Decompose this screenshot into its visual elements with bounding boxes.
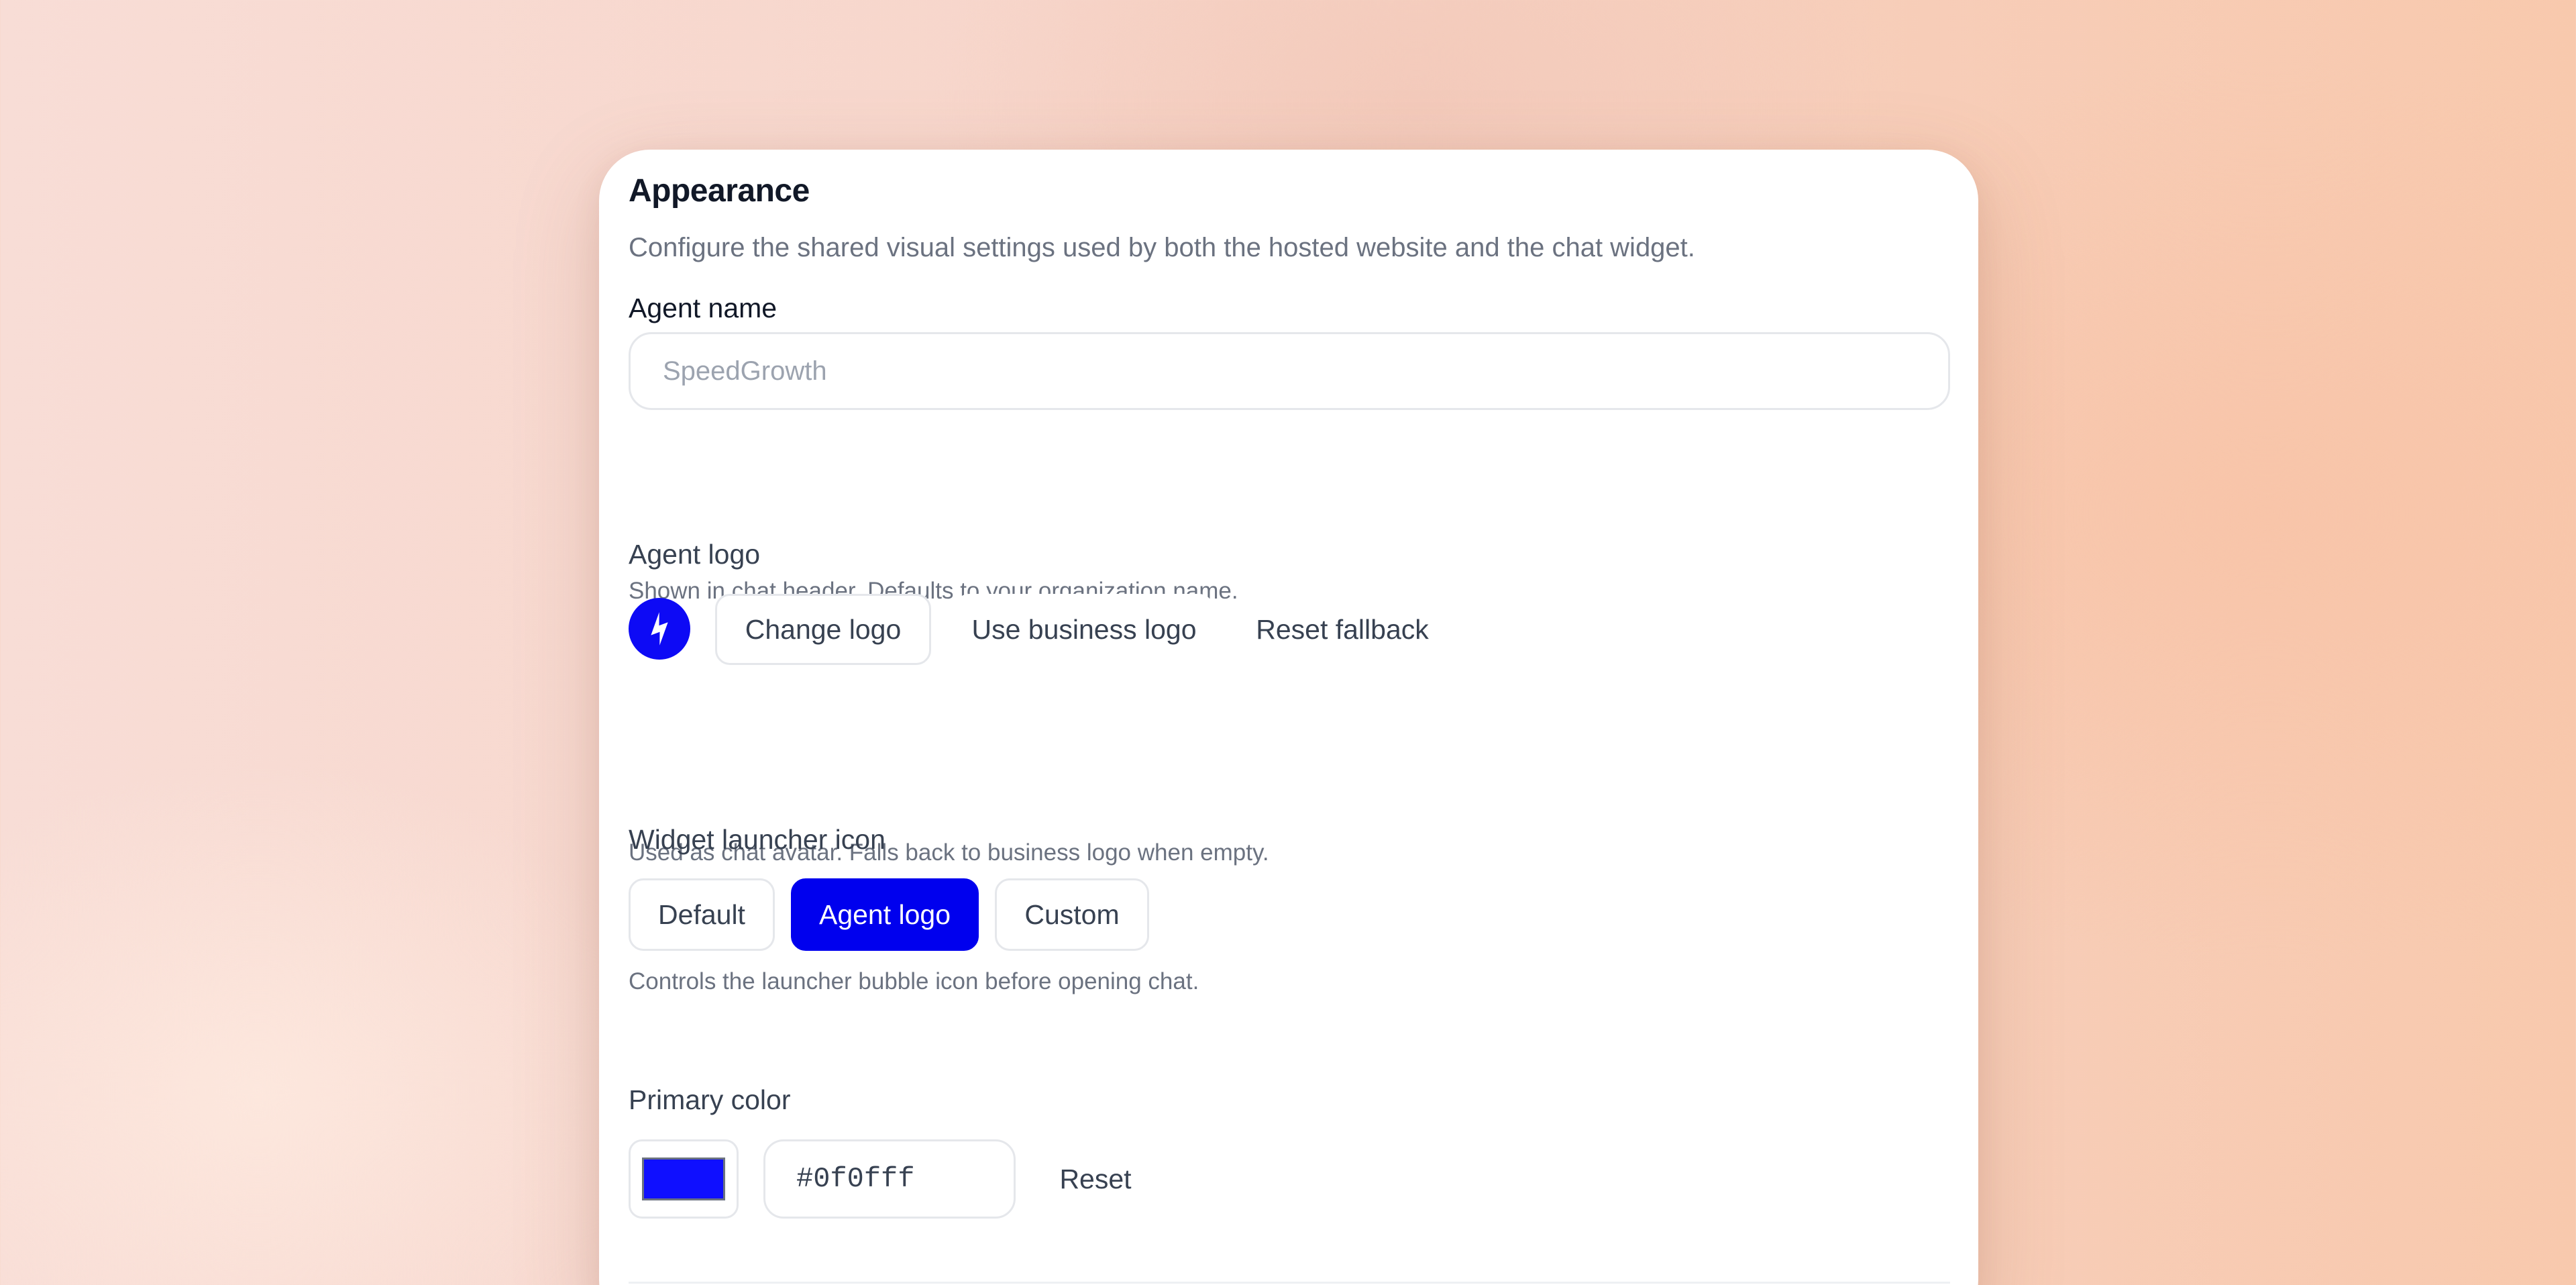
reset-fallback-button[interactable]: Reset fallback — [1232, 594, 1452, 665]
primary-color-swatch[interactable] — [629, 1139, 739, 1219]
primary-color-reset-button[interactable]: Reset — [1042, 1143, 1149, 1215]
section-subtitle: Configure the shared visual settings use… — [629, 233, 1695, 262]
section-title: Appearance — [629, 173, 810, 209]
agent-name-input[interactable] — [629, 332, 1950, 410]
launcher-icon-help: Controls the launcher bubble icon before… — [629, 968, 1199, 994]
use-business-logo-button[interactable]: Use business logo — [955, 594, 1214, 665]
agent-logo-avatar — [629, 598, 690, 660]
appearance-card: Appearance Configure the shared visual s… — [599, 150, 1978, 1285]
primary-color-hex-input[interactable] — [763, 1139, 1016, 1219]
agent-name-label: Agent name — [629, 293, 777, 323]
launcher-option-agent-logo[interactable]: Agent logo — [791, 878, 979, 951]
launcher-icon-label: Widget launcher icon — [629, 824, 885, 855]
launcher-option-custom[interactable]: Custom — [995, 878, 1149, 951]
section-divider — [629, 1282, 1950, 1284]
agent-logo-label: Agent logo — [629, 539, 761, 570]
launcher-icon-options: Default Agent logo Custom — [629, 878, 1149, 951]
primary-color-label: Primary color — [629, 1084, 791, 1115]
launcher-option-default[interactable]: Default — [629, 878, 775, 951]
change-logo-button[interactable]: Change logo — [715, 594, 931, 665]
lightning-bolt-icon — [651, 612, 668, 646]
primary-color-swatch-fill — [642, 1158, 725, 1200]
